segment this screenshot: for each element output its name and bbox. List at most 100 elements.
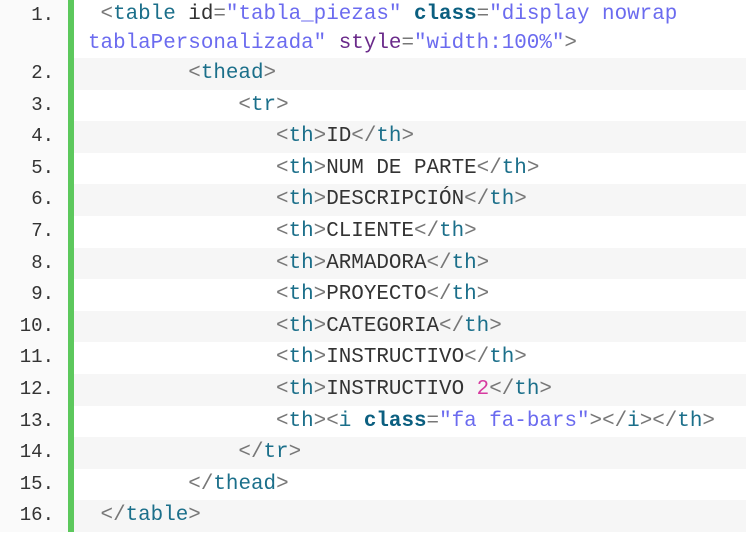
code-line: 3. <tr> xyxy=(0,89,746,122)
token-text: DESCRIPCIÓN xyxy=(326,188,465,212)
token-tag: th xyxy=(501,156,527,180)
code-row: <th><i class="fa fa-bars"></i></th> xyxy=(88,406,746,438)
token-punct: > xyxy=(313,251,327,275)
token-tag: th xyxy=(489,346,515,370)
token-text: CATEGORIA xyxy=(326,314,440,338)
token-attr xyxy=(326,32,339,55)
token-punct: < xyxy=(88,409,289,433)
token-punct: </ xyxy=(464,188,490,212)
token-punct: < xyxy=(88,219,289,243)
code-row: <th>DESCRIPCIÓN</th> xyxy=(88,184,746,216)
token-kw: class xyxy=(413,3,477,26)
code-row: </table> xyxy=(88,500,746,532)
token-punct: </ xyxy=(351,125,377,149)
token-punct: > xyxy=(313,377,327,401)
token-tag: tr xyxy=(250,93,277,117)
token-tag: th xyxy=(288,125,314,149)
token-punct: > xyxy=(313,409,327,433)
code-row: <th>CLIENTE</th> xyxy=(88,216,746,248)
token-text: INSTRUCTIVO xyxy=(326,346,465,370)
code-line: 14. </tr> xyxy=(0,437,746,469)
token-num: 2 xyxy=(476,377,490,401)
token-tag: i xyxy=(627,409,640,433)
line-number: 8. xyxy=(0,247,74,280)
code-content: <th>ID</th> xyxy=(74,121,746,153)
line-number: 7. xyxy=(0,215,74,248)
token-attr xyxy=(351,410,364,433)
code-row: </tr> xyxy=(88,437,746,469)
token-punct: > xyxy=(276,472,289,496)
code-row: <thead> xyxy=(88,58,746,90)
token-text: PROYECTO xyxy=(326,283,427,307)
token-punct: < xyxy=(88,251,289,275)
token-punct: > xyxy=(188,504,201,528)
token-tag: th xyxy=(677,409,703,433)
line-number: 3. xyxy=(0,89,74,122)
token-tag: table xyxy=(125,504,189,528)
token-kw: class xyxy=(363,409,427,433)
token-punct: </ xyxy=(413,219,440,243)
code-row: <th>NUM DE PARTE</th> xyxy=(88,153,746,185)
code-line: 6. <th>DESCRIPCIÓN</th> xyxy=(0,184,746,216)
code-line: 4. <th>ID</th> xyxy=(0,121,746,153)
token-punct: > xyxy=(514,188,527,212)
token-punct: < xyxy=(88,125,289,149)
code-content: <th>CATEGORIA</th> xyxy=(74,310,746,343)
code-row: <th>ID</th> xyxy=(88,121,746,153)
token-punct: > xyxy=(401,125,414,149)
token-punct: > xyxy=(564,32,577,55)
code-content: <th>PROYECTO</th> xyxy=(74,279,746,311)
token-tag: tr xyxy=(263,441,289,465)
code-line: 8. <th>ARMADORA</th> xyxy=(0,247,746,280)
code-line: 2. <thead> xyxy=(0,58,746,90)
token-tag: th xyxy=(288,219,314,243)
code-line: 16. </table> xyxy=(0,500,746,532)
token-punct: < xyxy=(88,3,114,26)
code-row: tablaPersonalizada" style="width:100%"> xyxy=(88,29,746,58)
code-content: <th>CLIENTE</th> xyxy=(74,216,746,248)
code-row: </thead> xyxy=(88,469,746,501)
token-tag: th xyxy=(464,314,490,338)
code-content: <th>DESCRIPCIÓN</th> xyxy=(74,184,746,216)
token-attr: id xyxy=(175,3,214,26)
token-str: "fa fa-bars" xyxy=(439,409,590,433)
token-tag: th xyxy=(288,251,314,275)
code-row: <th>INSTRUCTIVO</th> xyxy=(88,342,746,374)
token-punct: > xyxy=(276,93,289,117)
token-str: "width:100%" xyxy=(413,32,565,55)
line-number: 15. xyxy=(0,468,74,501)
token-text: CLIENTE xyxy=(326,219,414,243)
line-number: 12. xyxy=(0,373,74,406)
token-punct: < xyxy=(88,377,289,401)
token-punct: </ xyxy=(439,314,465,338)
code-line: 10. <th>CATEGORIA</th> xyxy=(0,310,746,343)
token-punct: = xyxy=(213,3,226,26)
code-content: </thead> xyxy=(74,469,746,501)
token-text: NUM DE PARTE xyxy=(326,156,477,180)
code-row: <th>PROYECTO</th> xyxy=(88,279,746,311)
code-content: <th>ARMADORA</th> xyxy=(74,247,746,280)
token-punct: > xyxy=(526,156,540,180)
token-punct: > xyxy=(313,156,327,180)
token-tag: th xyxy=(288,188,314,212)
token-punct: < xyxy=(88,156,289,180)
code-content: <th>INSTRUCTIVO</th> xyxy=(74,342,746,374)
token-punct: </ xyxy=(464,346,490,370)
token-punct: > xyxy=(313,314,327,338)
line-number: 2. xyxy=(0,58,74,90)
code-line: 15. </thead> xyxy=(0,468,746,501)
token-tag: thead xyxy=(200,62,264,85)
token-tag: table xyxy=(113,3,176,26)
token-punct: = xyxy=(476,3,490,26)
token-str: "tabla_piezas" xyxy=(225,3,402,26)
code-line: 7. <th>CLIENTE</th> xyxy=(0,215,746,248)
code-row: <th>INSTRUCTIVO 2</th> xyxy=(88,374,746,406)
line-number: 14. xyxy=(0,437,74,469)
code-content: <th><i class="fa fa-bars"></i></th> xyxy=(74,406,746,438)
token-attr2: style xyxy=(338,32,402,55)
code-line: 1. <table id="tabla_piezas" class="displ… xyxy=(0,0,746,58)
line-number: 16. xyxy=(0,500,74,532)
token-tag: i xyxy=(338,409,352,433)
line-number: 4. xyxy=(0,121,74,153)
token-punct: > xyxy=(313,125,327,149)
